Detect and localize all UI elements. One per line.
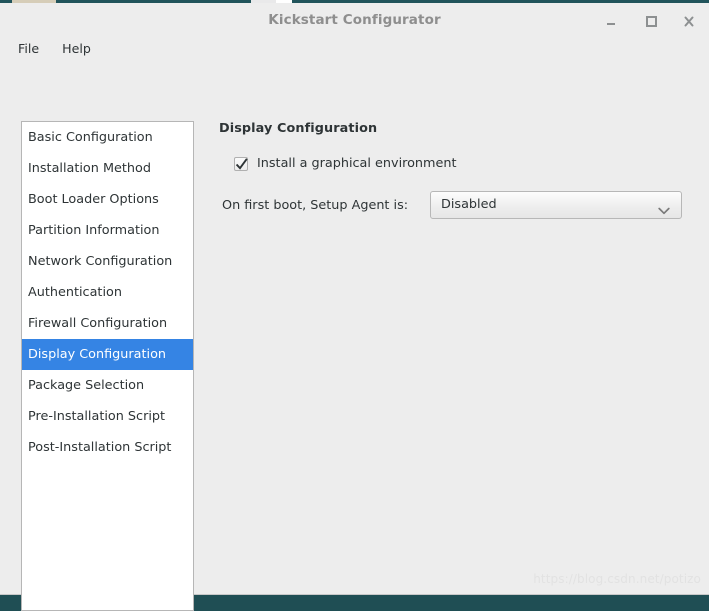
sidebar-item-firewall-configuration[interactable]: Firewall Configuration [22,308,193,339]
content-area: Basic Configuration Installation Method … [0,67,709,595]
graphical-environment-row[interactable]: Install a graphical environment [234,156,699,171]
sidebar-item-label: Post-Installation Script [28,440,171,455]
display-configuration-panel: Display Configuration Install a graphica… [219,121,699,595]
sidebar-item-label: Network Configuration [28,254,172,269]
menu-item-file[interactable]: File [9,37,48,60]
install-graphical-environment-checkbox[interactable] [234,157,248,171]
close-button[interactable] [678,11,700,31]
sidebar-item-network-configuration[interactable]: Network Configuration [22,246,193,277]
navigation-list[interactable]: Basic Configuration Installation Method … [21,121,194,611]
title-bar[interactable]: Kickstart Configurator [0,3,709,37]
sidebar-item-basic-configuration[interactable]: Basic Configuration [22,122,193,153]
watermark: https://blog.csdn.net/potizo [533,572,701,586]
sidebar-item-label: Display Configuration [28,347,166,362]
maximize-icon [640,11,662,31]
sidebar-item-post-installation-script[interactable]: Post-Installation Script [22,432,193,463]
menu-bar: File Help [0,37,709,67]
panel-heading: Display Configuration [219,121,699,136]
minimize-icon [600,11,622,31]
application-window: Kickstart Configurator F [0,3,709,595]
sidebar-item-boot-loader-options[interactable]: Boot Loader Options [22,184,193,215]
sidebar-item-label: Authentication [28,285,122,300]
sidebar-item-label: Installation Method [28,161,151,176]
maximize-button[interactable] [640,11,662,31]
sidebar-item-label: Pre-Installation Script [28,409,165,424]
sidebar-item-package-selection[interactable]: Package Selection [22,370,193,401]
sidebar-item-label: Basic Configuration [28,130,153,145]
minimize-button[interactable] [600,11,622,31]
chevron-down-icon [658,201,670,220]
sidebar-item-partition-information[interactable]: Partition Information [22,215,193,246]
sidebar-item-authentication[interactable]: Authentication [22,277,193,308]
setup-agent-label: On first boot, Setup Agent is: [222,198,430,213]
menu-item-help[interactable]: Help [53,37,100,60]
setup-agent-row: On first boot, Setup Agent is: Disabled [222,191,699,219]
sidebar-item-label: Boot Loader Options [28,192,159,207]
sidebar-item-display-configuration[interactable]: Display Configuration [22,339,193,370]
setup-agent-selected-value: Disabled [441,197,497,212]
sidebar-item-label: Partition Information [28,223,159,238]
close-icon [678,11,700,31]
setup-agent-dropdown[interactable]: Disabled [430,191,682,219]
sidebar-item-pre-installation-script[interactable]: Pre-Installation Script [22,401,193,432]
sidebar-item-installation-method[interactable]: Installation Method [22,153,193,184]
install-graphical-environment-label: Install a graphical environment [257,156,457,171]
sidebar-item-label: Firewall Configuration [28,316,167,331]
sidebar-item-label: Package Selection [28,378,144,393]
